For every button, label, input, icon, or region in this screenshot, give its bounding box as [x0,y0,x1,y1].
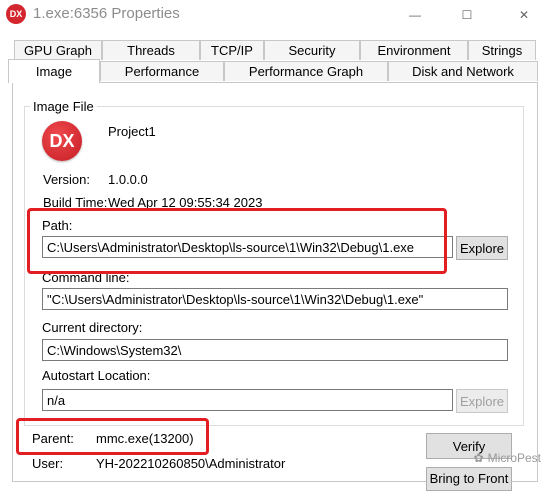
version-value: 1.0.0.0 [108,172,148,187]
tab-image[interactable]: Image [8,59,100,83]
watermark: ✿ MicroPest [474,451,541,465]
minimize-button[interactable]: — [393,0,437,30]
path-label: Path: [42,218,73,233]
close-button[interactable]: ✕ [502,0,546,30]
app-icon: DX [6,4,26,24]
watermark-icon: ✿ [473,451,484,465]
maximize-button[interactable]: ☐ [445,0,489,30]
watermark-text: MicroPest [487,451,541,465]
version-label: Version: [43,172,90,187]
tab-disk-and-network[interactable]: Disk and Network [388,61,538,81]
group-title: Image File [30,99,97,114]
tab-strings[interactable]: Strings [468,40,536,60]
title-bar: DX 1.exe:6356 Properties — ☐ ✕ [0,0,551,30]
tab-threads[interactable]: Threads [102,40,200,60]
parent-value: mmc.exe(13200) [96,431,194,446]
command-line-label: Command line: [42,270,130,285]
tab-gpu-graph[interactable]: GPU Graph [14,40,102,60]
current-directory-label: Current directory: [42,320,143,335]
user-label: User: [32,456,64,471]
tab-performance-graph[interactable]: Performance Graph [224,61,388,81]
build-time-value: Wed Apr 12 09:55:34 2023 [108,195,263,210]
autostart-label: Autostart Location: [42,368,151,383]
build-time-label: Build Time: [43,195,108,210]
path-explore-button[interactable]: Explore [456,236,508,260]
tab-tcpip[interactable]: TCP/IP [200,40,264,60]
command-line-field[interactable]: "C:\Users\Administrator\Desktop\ls-sourc… [42,288,508,310]
tab-performance[interactable]: Performance [100,61,224,81]
autostart-explore-button[interactable]: Explore [456,389,508,413]
path-field[interactable]: C:\Users\Administrator\Desktop\ls-source… [42,236,453,258]
tab-environment[interactable]: Environment [360,40,468,60]
bring-to-front-button[interactable]: Bring to Front [426,467,512,491]
program-logo: DX [42,121,82,161]
user-value: YH-202210260850\Administrator [96,456,286,471]
window-title: 1.exe:6356 Properties [33,5,180,22]
autostart-field[interactable]: n/a [42,389,453,411]
current-directory-field[interactable]: C:\Windows\System32\ [42,339,508,361]
parent-label: Parent: [32,431,74,446]
tab-security[interactable]: Security [264,40,360,60]
description-text: Project1 [108,124,156,139]
